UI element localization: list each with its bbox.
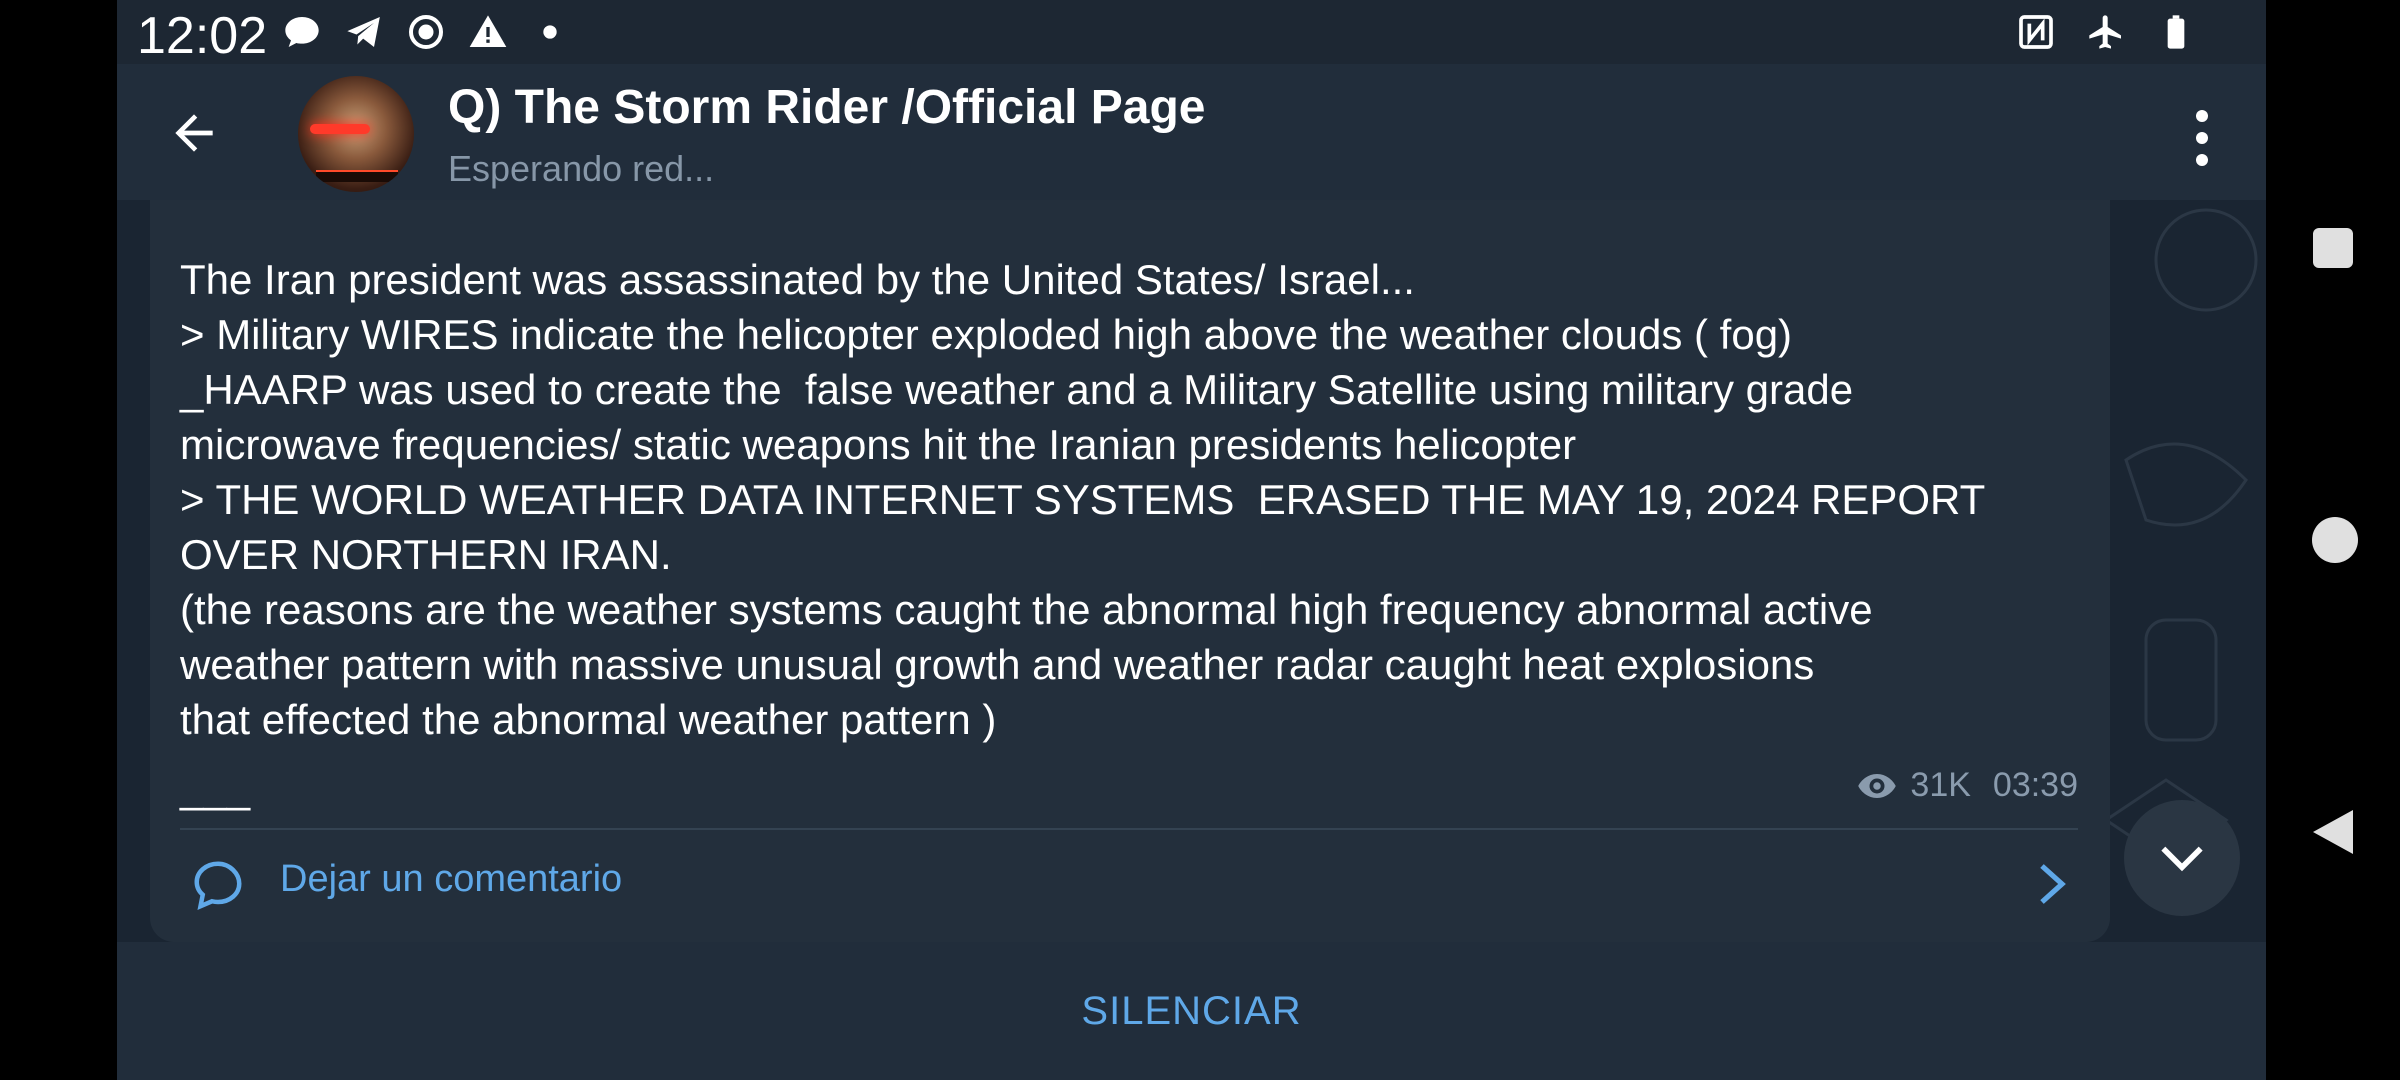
scroll-down-button[interactable] [2124,800,2240,916]
leave-comment-label: Dejar un comentario [280,858,623,900]
circle-icon [2312,517,2358,563]
chat-title[interactable]: Q) The Storm Rider /Official Page [448,80,1205,135]
comment-icon [194,861,242,911]
chevron-right-icon [2040,864,2066,904]
system-nav-bar [2266,0,2400,1080]
bottom-bar: SILENCIAR [117,942,2266,1080]
status-icons-left [282,12,570,52]
mute-button[interactable]: SILENCIAR [1081,989,1301,1034]
airplane-mode-icon [2086,12,2126,52]
message-text: The Iran president was assassinated by t… [180,256,1986,743]
chevron-down-icon [2161,846,2203,872]
nfc-icon [2016,12,2056,52]
message-meta: 31K 03:39 [1856,766,2078,805]
connection-status: Esperando red... [448,148,715,189]
message-signature: ___ [180,764,251,811]
chat-messages-area[interactable]: The Iran president was assassinated by t… [117,200,2266,942]
back-button[interactable] [157,98,231,168]
status-time: 12:02 [137,7,268,65]
status-bar: 12:02 [117,0,2266,65]
dot-icon [2196,132,2208,144]
warning-icon [468,12,508,52]
telegram-icon [344,12,384,52]
arrow-left-icon [175,114,213,152]
views-count: 31K [1910,766,1971,804]
message-bubble[interactable]: The Iran president was assassinated by t… [150,200,2110,942]
chat-bubble-icon [282,12,322,52]
dot-icon [2196,154,2208,166]
recents-button[interactable] [2311,226,2355,274]
leave-comment-button[interactable]: Dejar un comentario [150,830,2110,942]
telegram-app: 12:02 Q) The Storm Rider /Official Page … [117,0,2266,1080]
record-icon [406,12,446,52]
dot-icon [530,12,570,52]
back-nav-button[interactable] [2311,808,2355,860]
home-button[interactable] [2311,516,2359,568]
chat-header: Q) The Storm Rider /Official Page Espera… [117,64,2266,200]
more-options-button[interactable] [2182,108,2222,168]
status-icons-right [2016,12,2196,52]
message-time: 03:39 [1992,766,2078,804]
square-icon [2313,228,2353,268]
dot-icon [2196,110,2208,122]
eye-icon [1858,773,1897,798]
channel-avatar[interactable] [298,76,414,192]
battery-icon [2156,12,2196,52]
triangle-back-icon [2313,810,2353,854]
